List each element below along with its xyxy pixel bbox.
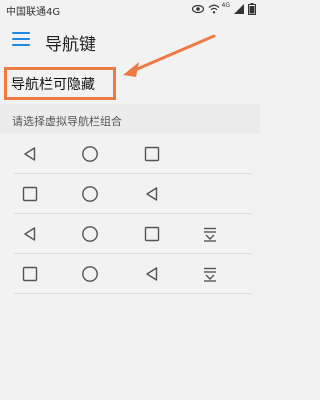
hamburger-menu-icon[interactable] — [12, 32, 30, 48]
back-triangle-icon — [24, 147, 36, 161]
highlight-annotation-box — [4, 67, 116, 100]
back-triangle-icon — [24, 227, 36, 241]
back-triangle-icon — [146, 187, 158, 201]
cellular-signal-icon — [234, 4, 244, 14]
status-bar: 中国联通4G 4G — [0, 0, 260, 18]
home-circle-icon — [82, 266, 98, 282]
nav-combination-option-1[interactable] — [0, 134, 260, 174]
status-icons: 4G — [191, 1, 256, 15]
back-triangle-icon — [146, 267, 158, 281]
nav-combination-option-2[interactable] — [0, 174, 260, 214]
recent-square-icon — [144, 146, 160, 162]
recent-square-icon — [22, 266, 38, 282]
notification-pull-down-icon — [204, 267, 216, 282]
home-circle-icon — [82, 146, 98, 162]
section-title: 请选择虚拟导航栏组合 — [12, 115, 122, 128]
network-type-label: 4G — [221, 1, 230, 9]
recent-square-icon — [22, 186, 38, 202]
home-circle-icon — [82, 186, 98, 202]
nav-combination-option-4[interactable] — [0, 254, 260, 294]
recent-square-icon — [144, 226, 160, 242]
nav-combination-list — [0, 134, 260, 294]
eye-icon — [191, 5, 204, 13]
home-circle-icon — [82, 226, 98, 242]
section-header: 请选择虚拟导航栏组合 — [0, 104, 260, 134]
nav-combination-option-3[interactable] — [0, 214, 260, 254]
carrier-label: 中国联通4G — [6, 7, 61, 18]
page-title: 导航键 — [45, 35, 96, 55]
notification-pull-down-icon — [204, 227, 216, 242]
wifi-icon — [208, 4, 219, 14]
battery-icon — [248, 3, 256, 15]
title-bar: 导航键 — [0, 18, 260, 64]
